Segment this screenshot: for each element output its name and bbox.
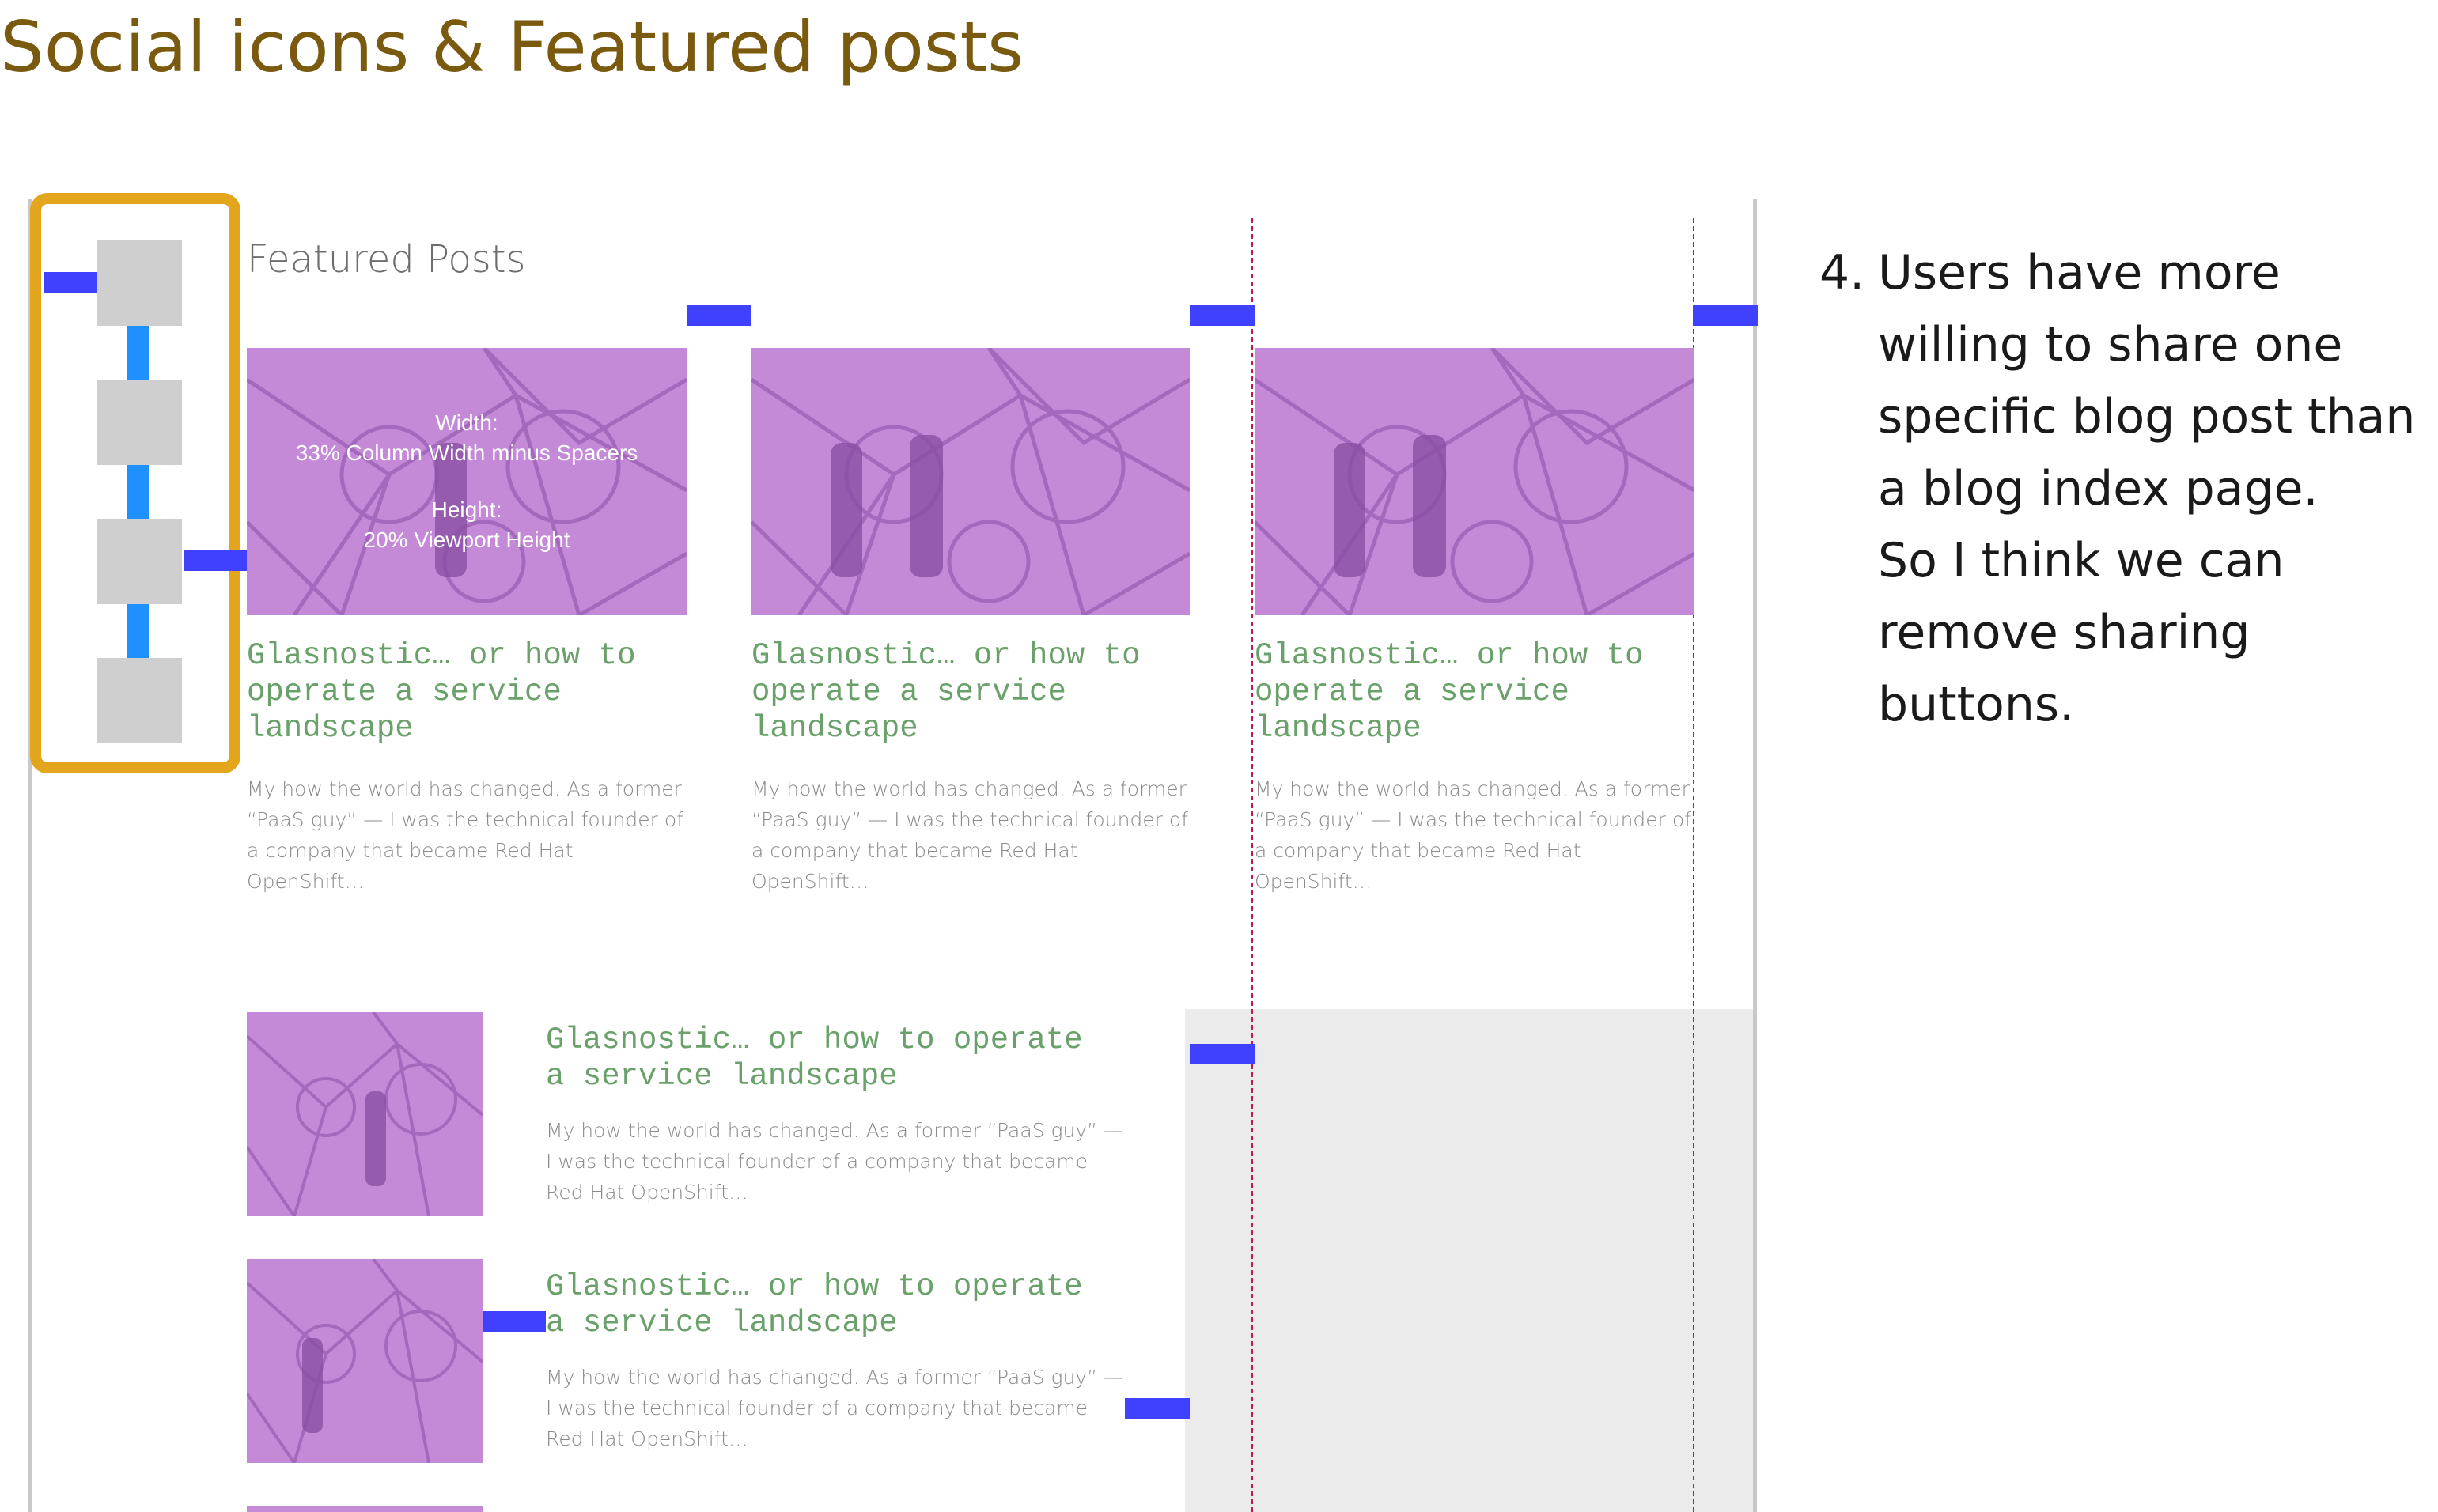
list-post-thumbnail-partial [247, 1506, 483, 1512]
list-post-title[interactable]: Glasnostic… or how to operate a service … [546, 1268, 1147, 1341]
featured-post-title[interactable]: Glasnostic… or how to operate a service … [751, 637, 1194, 747]
annotation-width-value: 33% Column Width minus Spacers [295, 440, 638, 465]
spacer-marker [1190, 1044, 1255, 1064]
spacer-marker [1693, 305, 1758, 326]
column-guide-line [1251, 218, 1253, 1512]
spacer-marker [687, 305, 751, 326]
featured-post-excerpt: My how the world has changed. As a forme… [1255, 777, 1691, 893]
spacer-marker [481, 1311, 546, 1332]
featured-post-thumbnail[interactable]: Width: 33% Column Width minus Spacers He… [247, 348, 687, 615]
list-post-title[interactable]: Glasnostic… or how to operate a service … [546, 1022, 1147, 1094]
annotation-height-value: 20% Viewport Height [363, 527, 570, 552]
featured-post-thumbnail[interactable] [1255, 348, 1694, 615]
list-post-excerpt: My how the world has changed. As a forme… [546, 1366, 1124, 1450]
list-post-thumbnail[interactable] [247, 1012, 483, 1216]
note-number: 4. [1819, 245, 1865, 301]
list-post-excerpt: My how the world has changed. As a forme… [546, 1119, 1124, 1204]
sidebar-placeholder [1185, 1009, 1753, 1512]
spacer-marker [1190, 305, 1255, 326]
section-heading: Featured Posts [247, 237, 526, 282]
featured-post-thumbnail[interactable] [751, 348, 1190, 615]
thumbnail-image [1255, 348, 1694, 615]
featured-post-title[interactable]: Glasnostic… or how to operate a service … [247, 637, 690, 747]
spacer-marker [44, 272, 97, 293]
annotation-width-label: Width: [435, 410, 498, 435]
note-text: Users have more willing to share one spe… [1878, 245, 2416, 732]
annotation-height-label: Height: [431, 497, 502, 522]
list-post-thumbnail[interactable] [247, 1259, 483, 1463]
featured-post-title[interactable]: Glasnostic… or how to operate a service … [1255, 637, 1698, 747]
page-title: Social icons & Featured posts [0, 6, 1024, 88]
featured-post-excerpt: My how the world has changed. As a forme… [247, 777, 683, 893]
spacer-marker [184, 550, 247, 571]
frame-right-border [1753, 199, 1757, 1512]
thumbnail-image [751, 348, 1190, 615]
featured-post-excerpt: My how the world has changed. As a forme… [751, 777, 1188, 893]
spacer-marker [1125, 1398, 1190, 1419]
thumbnail-image [247, 1259, 483, 1463]
thumbnail-image [247, 1012, 483, 1216]
